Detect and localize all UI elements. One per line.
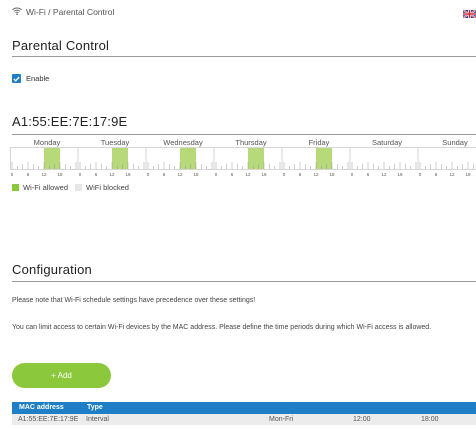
hour-label: 6 [162,172,166,177]
hour-label: 0 [418,172,422,177]
column-header-mac: MAC address [19,404,64,411]
row-type: Interval [86,416,109,423]
hour-label: 18 [329,172,335,177]
device-mac-title: A1:55:EE:7E:17:9E [12,114,128,129]
day-label-monday: Monday [33,138,61,147]
allowed-block-thursday[interactable] [248,148,264,169]
day-label-saturday: Saturday [371,138,403,147]
hour-label: 6 [298,172,302,177]
weekly-schedule-grid[interactable] [10,147,476,170]
legend-allowed-label: Wi-Fi allowed [23,183,69,192]
schedule-day-labels: Monday Tuesday Wednesday Thursday Friday Satu… [0,138,476,147]
schedule-legend: Wi-Fi allowed WiFi blocked [12,183,129,192]
hour-label: 6 [94,172,98,177]
hour-label: 18 [193,172,199,177]
hour-label: 0 [214,172,218,177]
row-days: Mon-Fri [269,416,294,423]
hour-label: 12 [449,172,455,177]
hour-label: 12 [177,172,183,177]
hour-label: 0 [78,172,82,177]
enable-checkbox-row[interactable]: Enable [12,74,49,83]
day-label-friday: Friday [308,138,330,147]
uk-flag-icon[interactable] [463,10,476,18]
schedule-frame [10,147,476,170]
allowed-block-friday[interactable] [316,148,332,169]
hour-label: 6 [366,172,370,177]
allowed-block-wednesday[interactable] [180,148,196,169]
breadcrumb-text: Wi-Fi / Parental Control [26,7,115,17]
legend-blocked-label: WiFi blocked [86,183,129,192]
enable-checkbox[interactable] [12,74,21,83]
hour-label: 6 [230,172,234,177]
legend-blocked-swatch [75,184,83,191]
schedule-hour-labels: 0 6 12 18 0 6 12 18 0 6 12 18 0 6 12 18 0 6 12 18 0 6 12 18 0 6 12… [0,172,476,178]
hour-label: 18 [465,172,471,177]
hour-label: 18 [397,172,403,177]
add-button[interactable]: + Add [12,363,111,388]
hour-label: 6 [434,172,438,177]
hour-label: 0 [146,172,150,177]
table-header: MAC address Type [12,402,476,414]
divider [12,134,476,135]
hour-label: 18 [125,172,131,177]
enable-label: Enable [26,74,50,83]
table-row[interactable]: A1:55:EE:7E:17:9E Interval Mon-Fri 12:00… [12,414,476,425]
wifi-icon [12,7,22,17]
row-mac: A1:55:EE:7E:17:9E [18,416,79,423]
instructions-note: You can limit access to certain Wi-Fi de… [12,324,432,331]
breadcrumb: Wi-Fi / Parental Control [12,7,114,17]
column-header-type: Type [87,404,103,411]
hour-label: 12 [109,172,115,177]
allowed-block-monday[interactable] [44,148,60,169]
parental-control-title: Parental Control [12,38,110,53]
day-label-thursday: Thursday [235,138,267,147]
configuration-title: Configuration [12,262,92,277]
hour-label: 0 [282,172,286,177]
hour-label: 12 [41,172,47,177]
day-label-tuesday: Tuesday [100,138,130,147]
day-label-wednesday: Wednesday [163,138,203,147]
divider [12,56,476,57]
hour-label: 0 [350,172,354,177]
day-label-sunday: Sunday [442,138,468,147]
divider [12,281,476,282]
allowed-block-tuesday[interactable] [112,148,128,169]
row-from: 12:00 [353,416,371,423]
row-to: 18:00 [421,416,439,423]
hour-label: 18 [261,172,267,177]
hour-label: 18 [57,172,63,177]
legend-allowed-swatch [12,184,19,191]
hour-label: 0 [10,172,14,177]
hour-label: 12 [313,172,319,177]
precedence-note: Please note that Wi-Fi schedule settings… [12,297,256,304]
hour-label: 6 [26,172,30,177]
hour-label: 12 [381,172,387,177]
hour-label: 12 [245,172,251,177]
